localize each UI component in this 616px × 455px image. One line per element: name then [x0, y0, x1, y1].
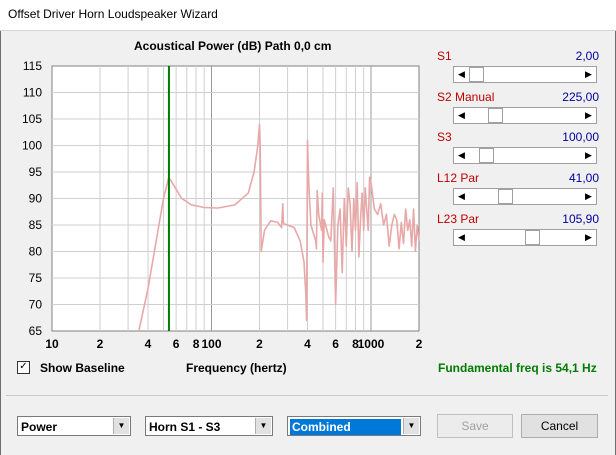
slider-right-arrow-icon[interactable]: ▶: [581, 189, 596, 204]
x-tick-label: 2: [97, 337, 104, 350]
slider-l23-track[interactable]: ◀ ▶: [453, 229, 597, 246]
chevron-down-icon[interactable]: ▼: [255, 418, 271, 434]
y-tick-label: 75: [29, 271, 43, 285]
x-axis-tick-labels: 10 2 4 6 8 100 2 4 6 81000 2: [45, 337, 422, 350]
show-baseline-checkbox[interactable]: ✓: [17, 361, 30, 374]
save-button[interactable]: Save: [437, 414, 513, 438]
fundamental-frequency-label: Fundamental freq is 54,1 Hz: [438, 361, 597, 375]
show-baseline-label[interactable]: Show Baseline: [40, 361, 125, 375]
x-tick-label: 2: [256, 337, 263, 350]
x-tick-label: 1000: [358, 337, 385, 350]
mode-select-value: Combined: [290, 419, 401, 435]
slider-s3-track[interactable]: ◀ ▶: [453, 147, 597, 164]
y-tick-label: 110: [23, 86, 42, 100]
slider-l12-thumb[interactable]: [498, 189, 514, 204]
y-tick-label: 115: [23, 59, 42, 73]
horn-select-value: Horn S1 - S3: [149, 420, 221, 434]
slider-l23-value: 105,90: [562, 212, 599, 226]
slider-right-arrow-icon[interactable]: ▶: [581, 148, 596, 163]
chart-title: Acoustical Power (dB) Path 0,0 cm: [134, 39, 332, 53]
y-axis-tick-labels: 115 110 105 100 95 90 85 80 75 70 65: [22, 59, 42, 338]
x-tick-label: 4: [145, 337, 152, 350]
divider: [6, 395, 608, 396]
y-tick-label: 85: [29, 218, 43, 232]
measure-select-value: Power: [21, 420, 58, 434]
slider-l23: L23 Par 105,90 ◀ ▶: [437, 212, 599, 252]
slider-s3-thumb[interactable]: [478, 148, 494, 163]
x-axis-label: Frequency (hertz): [186, 361, 287, 375]
slider-s2-value: 225,00: [562, 90, 599, 104]
slider-s3-value: 100,00: [562, 130, 599, 144]
slider-l12-label: L12 Par: [437, 171, 480, 185]
slider-l12-track[interactable]: ◀ ▶: [453, 188, 597, 205]
slider-right-arrow-icon[interactable]: ▶: [581, 108, 596, 123]
slider-s2-track[interactable]: ◀ ▶: [453, 107, 597, 124]
slider-s1-label: S1: [437, 49, 452, 63]
slider-s1-value: 2,00: [575, 49, 599, 63]
slider-left-arrow-icon[interactable]: ◀: [454, 189, 469, 204]
x-tick-label: 10: [45, 337, 59, 350]
mode-select[interactable]: Combined ▼: [287, 416, 421, 436]
slider-s2-label: S2 Manual: [437, 90, 495, 104]
checkmark-icon: ✓: [19, 361, 28, 372]
slider-l12-value: 41,00: [568, 171, 599, 185]
y-tick-label: 105: [22, 112, 42, 126]
slider-right-arrow-icon[interactable]: ▶: [581, 67, 596, 82]
slider-s2-thumb[interactable]: [488, 108, 504, 123]
slider-right-arrow-icon[interactable]: ▶: [581, 230, 596, 245]
x-tick-label: 100: [201, 337, 221, 350]
power-chart: 11511010510095908580757065 10 2 4 6 8 100 2 4 6 8…: [22, 59, 423, 350]
x-tick-label: 8: [193, 337, 200, 350]
slider-s2: S2 Manual 225,00 ◀ ▶: [437, 90, 599, 130]
slider-left-arrow-icon[interactable]: ◀: [454, 108, 469, 123]
title-bar[interactable]: Offset Driver Horn Loudspeaker Wizard: [0, 0, 616, 31]
y-tick-label: 95: [29, 165, 43, 179]
x-tick-label: 6: [332, 337, 339, 350]
cancel-button[interactable]: Cancel: [521, 414, 598, 438]
chevron-down-icon[interactable]: ▼: [403, 418, 419, 434]
slider-left-arrow-icon[interactable]: ◀: [454, 148, 469, 163]
y-tick-label: 65: [29, 324, 43, 338]
y-tick-label: 90: [29, 192, 43, 206]
x-tick-label: 6: [173, 337, 180, 350]
window-title: Offset Driver Horn Loudspeaker Wizard: [8, 7, 218, 21]
slider-s3-label: S3: [437, 130, 452, 144]
y-tick-label: 100: [22, 139, 42, 153]
slider-s1-track[interactable]: ◀ ▶: [453, 66, 597, 83]
measure-select[interactable]: Power ▼: [17, 416, 131, 436]
slider-left-arrow-icon[interactable]: ◀: [454, 67, 469, 82]
horn-select[interactable]: Horn S1 - S3 ▼: [145, 416, 273, 436]
x-tick-label: 2: [416, 337, 423, 350]
chevron-down-icon[interactable]: ▼: [113, 418, 129, 434]
slider-l23-thumb[interactable]: [525, 230, 541, 245]
slider-l12: L12 Par 41,00 ◀ ▶: [437, 171, 599, 211]
slider-s1-thumb[interactable]: [469, 67, 484, 82]
slider-s1: S1 2,00 ◀ ▶: [437, 49, 599, 89]
y-tick-label: 70: [29, 298, 43, 312]
y-tick-label: 80: [29, 245, 43, 259]
slider-l23-label: L23 Par: [437, 212, 480, 226]
slider-s3: S3 100,00 ◀ ▶: [437, 130, 599, 170]
slider-left-arrow-icon[interactable]: ◀: [454, 230, 469, 245]
x-tick-label: 4: [304, 337, 311, 350]
